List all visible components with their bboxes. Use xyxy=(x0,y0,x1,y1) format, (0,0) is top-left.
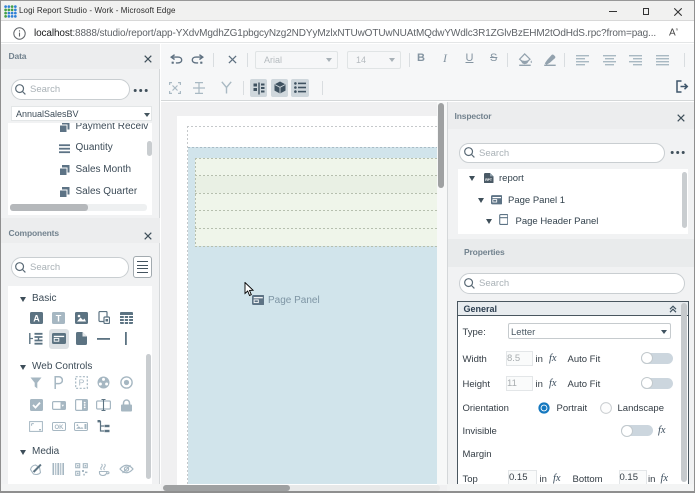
svg-text:OK: OK xyxy=(54,425,64,431)
svg-text:A: A xyxy=(33,313,40,323)
svg-text:RPT: RPT xyxy=(485,178,493,182)
svg-text:T: T xyxy=(56,313,62,323)
svg-text:P: P xyxy=(78,378,84,388)
